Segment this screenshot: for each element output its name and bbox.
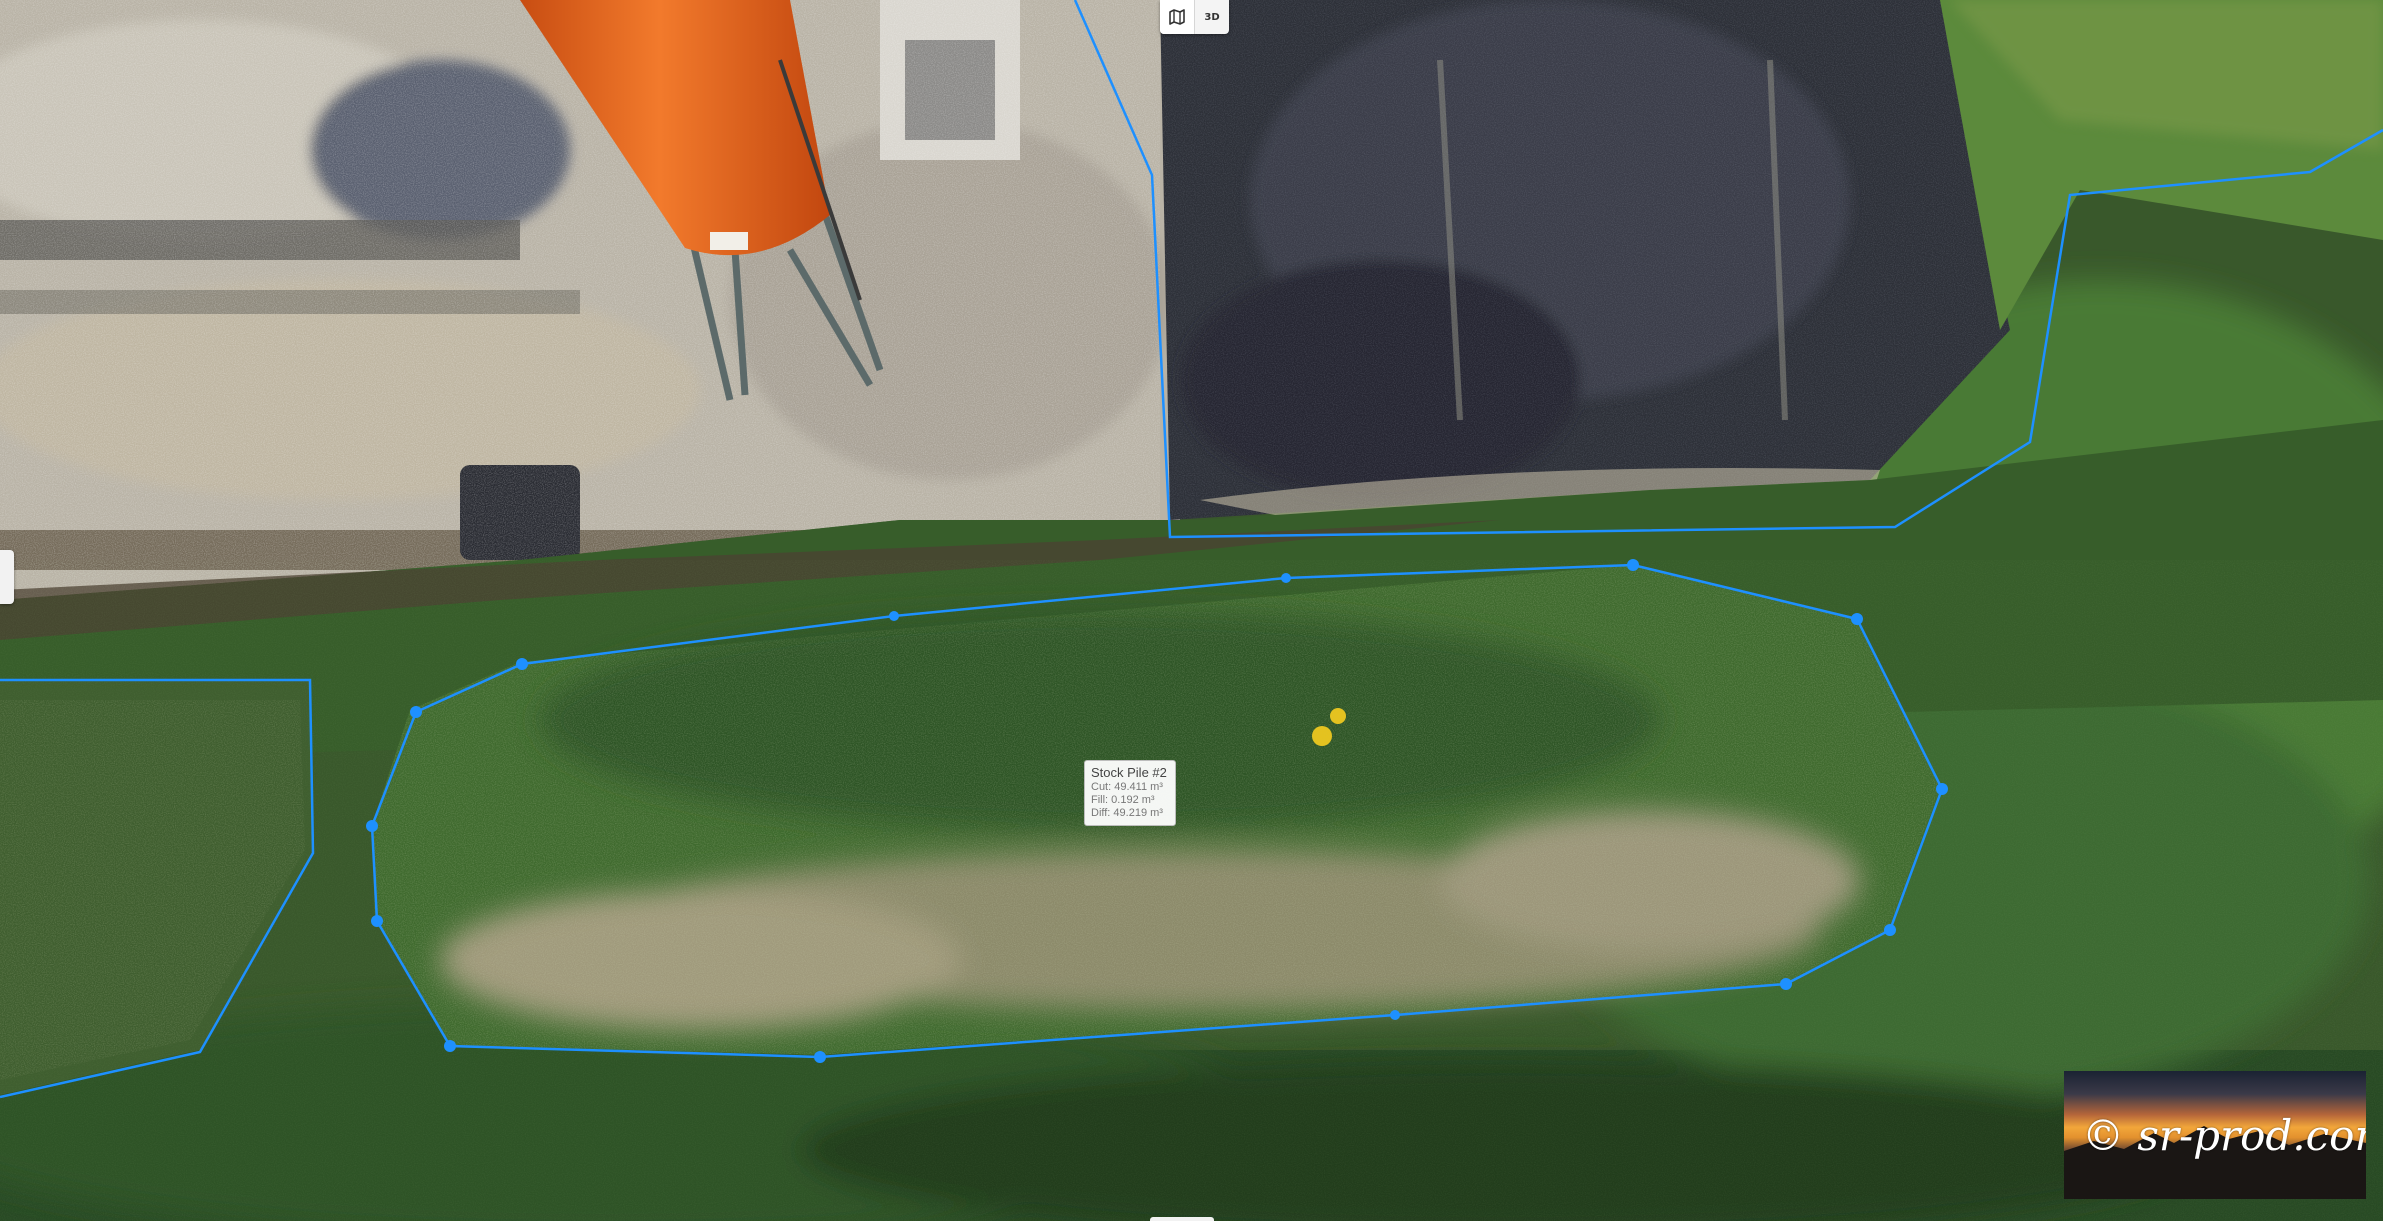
watermark-logo: © sr-prod.com xyxy=(2064,1071,2366,1199)
outline-vertex[interactable] xyxy=(1851,613,1863,625)
outline-vertex[interactable] xyxy=(1390,1010,1400,1020)
watermark-text: © sr-prod.com xyxy=(2082,1111,2366,1160)
outline-vertex[interactable] xyxy=(1780,978,1792,990)
outline-vertex[interactable] xyxy=(371,915,383,927)
view-mode-toggle: 3D xyxy=(1160,0,1229,34)
outline-vertex[interactable] xyxy=(1884,924,1896,936)
outline-vertex[interactable] xyxy=(1281,573,1291,583)
outline-vertex[interactable] xyxy=(366,820,378,832)
stockpile-measurement-label[interactable]: Stock Pile #2 Cut: 49.411 m³ Fill: 0.192… xyxy=(1084,760,1176,826)
map-icon xyxy=(1169,9,1185,25)
outline-vertex[interactable] xyxy=(814,1051,826,1063)
outline-vertex[interactable] xyxy=(889,611,899,621)
point-cloud-scene[interactable] xyxy=(0,0,2383,1221)
left-panel-handle[interactable] xyxy=(0,550,14,604)
map-viewport[interactable]: 3D Stock Pile #2 Cut: 49.411 m³ Fill: 0.… xyxy=(0,0,2383,1221)
cube-3d-icon: 3D xyxy=(1204,11,1220,23)
measurement-title: Stock Pile #2 xyxy=(1091,765,1167,780)
outline-vertex[interactable] xyxy=(1627,559,1639,571)
bottom-panel-handle[interactable] xyxy=(1150,1217,1214,1221)
outline-vertex[interactable] xyxy=(444,1040,456,1052)
3d-view-button[interactable]: 3D xyxy=(1194,0,1229,34)
measurement-diff: Diff: 49.219 m³ xyxy=(1091,807,1163,819)
outline-vertex[interactable] xyxy=(1936,783,1948,795)
measurement-fill: Fill: 0.192 m³ xyxy=(1091,794,1155,806)
outline-vertex[interactable] xyxy=(410,706,422,718)
outline-vertex[interactable] xyxy=(516,658,528,670)
measurement-cut: Cut: 49.411 m³ xyxy=(1091,781,1163,793)
map-view-button[interactable] xyxy=(1160,0,1194,34)
